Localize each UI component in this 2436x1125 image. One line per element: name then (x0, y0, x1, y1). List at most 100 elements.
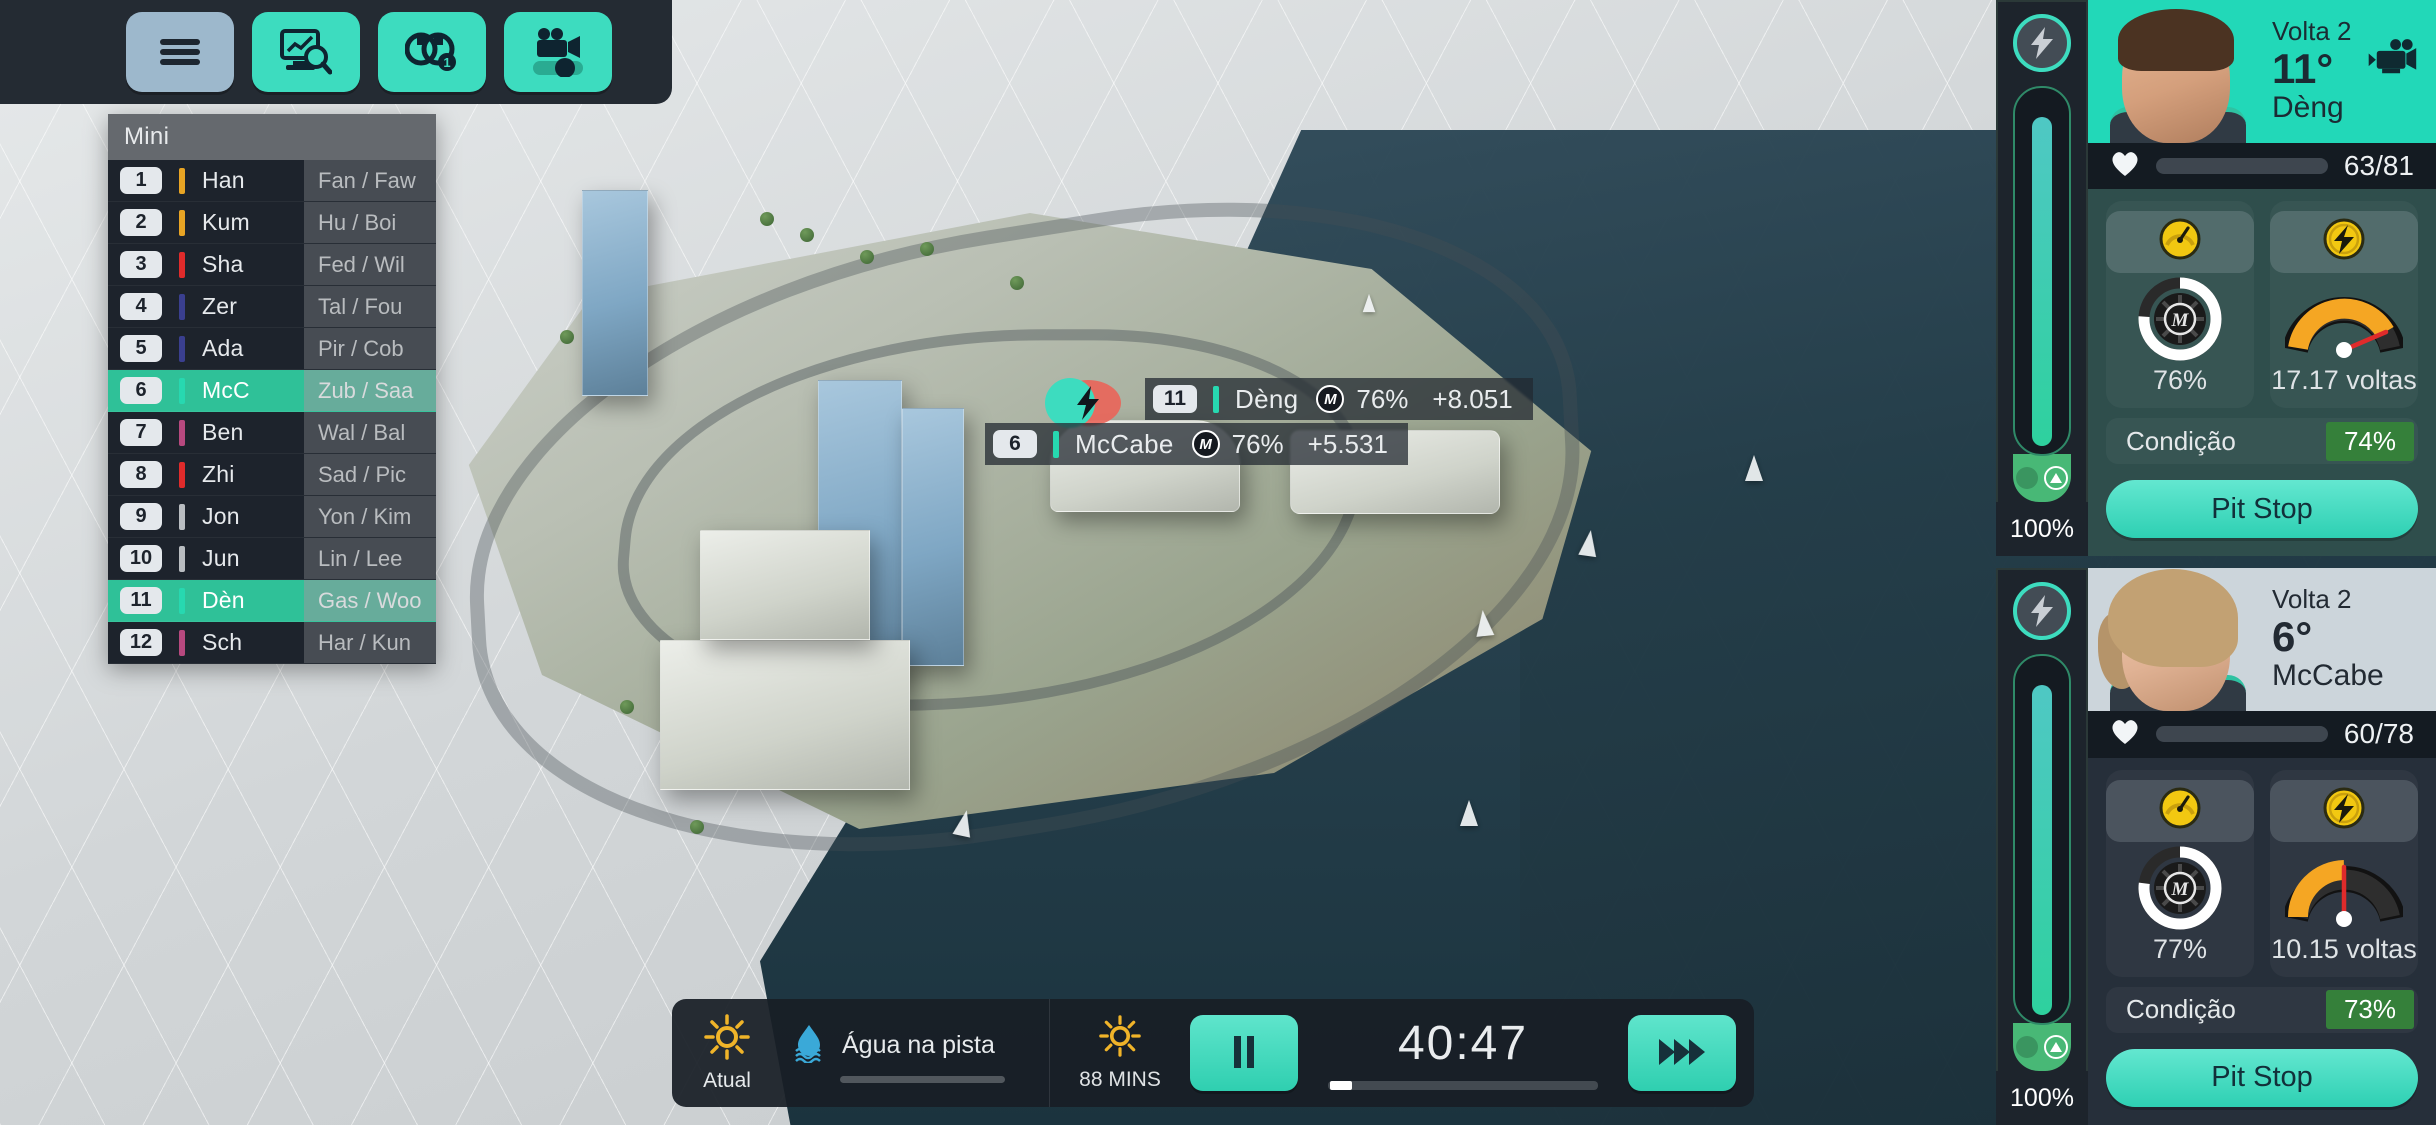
sailboat (1460, 800, 1478, 826)
svg-text:M: M (2171, 310, 2190, 331)
track-label-position: 6 (993, 430, 1037, 458)
driver-hair (2108, 569, 2238, 668)
up-arrow-icon[interactable] (2044, 1035, 2068, 1059)
standings-teams: Lin / Lee (304, 538, 436, 579)
energy-meter-dng[interactable]: 100% (1996, 0, 2088, 556)
forecast-widget[interactable]: 88 MINS (1050, 999, 1190, 1107)
sailboat (1362, 293, 1376, 313)
standings-team-color (179, 629, 185, 656)
tyres-button[interactable]: 1 (378, 12, 486, 92)
standings-row[interactable]: 11 Dèn Gas / Woo (108, 580, 436, 622)
standings-row[interactable]: 2 Kum Hu / Boi (108, 202, 436, 244)
energy-down-button[interactable] (2016, 467, 2038, 489)
heart-icon (2110, 718, 2140, 750)
standings-position: 5 (120, 335, 162, 362)
standings-row[interactable]: 9 Jon Yon / Kim (108, 496, 436, 538)
tyres-icon: 1 (405, 29, 459, 75)
tyre-mode-pill[interactable] (2106, 779, 2254, 842)
standings-teams: Sad / Pic (304, 454, 436, 495)
pit-stop-button-mccabe[interactable]: Pit Stop (2106, 1048, 2418, 1107)
fast-forward-button[interactable] (1628, 1015, 1736, 1091)
energy-down-button[interactable] (2016, 1036, 2038, 1058)
sailboat (1473, 609, 1495, 637)
standings-row[interactable]: 3 Sha Fed / Wil (108, 244, 436, 286)
standings-row[interactable]: 5 Ada Pir / Cob (108, 328, 436, 370)
mini-standings-panel: Mini 1 Han Fan / Faw 2 Kum Hu / Boi 3 Sha Fed / … (108, 114, 436, 664)
pit-stop-button-dng[interactable]: Pit Stop (2106, 480, 2418, 538)
fast-forward-icon (1658, 1037, 1706, 1070)
tyre-mode-pill[interactable] (2106, 210, 2254, 273)
slider-knob[interactable] (1330, 1081, 1352, 1090)
standings-team-color (179, 209, 185, 236)
standings-row[interactable]: 4 Zer Tal / Fou (108, 286, 436, 328)
standings-team-color (179, 545, 185, 572)
standings-driver-abbr: Han (202, 167, 245, 193)
menu-button[interactable] (126, 12, 234, 92)
lightning-icon (2013, 582, 2071, 640)
energy-boost-controls[interactable] (2013, 454, 2071, 502)
standings-row[interactable]: 12 Sch Har / Kun (108, 622, 436, 664)
camera-button[interactable] (504, 12, 612, 92)
standings-row[interactable]: 6 McC Zub / Saa (108, 370, 436, 412)
tyre-compound-badge: M (1316, 385, 1345, 413)
current-weather-label: Atual (703, 1068, 751, 1092)
standings-team-color (179, 503, 185, 530)
track-label-mccabe[interactable]: 6 McCabe M 76% +5.531 (985, 423, 1408, 465)
energy-boost-controls[interactable] (2013, 1023, 2071, 1071)
driver-gauges-mccabe: M 77% 10.15 voltas (2088, 758, 2436, 977)
standings-team-color (179, 419, 185, 446)
sailboat (1578, 528, 1600, 558)
camera-slider-icon (529, 27, 587, 77)
tree (920, 242, 934, 256)
top-toolbar: 1 (0, 0, 672, 104)
fuel-gauge-box-dng[interactable]: 17.17 voltas (2270, 200, 2418, 408)
standings-row[interactable]: 1 Han Fan / Faw (108, 160, 436, 202)
analysis-button[interactable] (252, 12, 360, 92)
standings-teams: Gas / Woo (304, 580, 436, 621)
standings-driver-abbr: Zer (202, 293, 238, 319)
current-weather-widget[interactable]: Atual (672, 999, 782, 1107)
race-timer-widget: 40:47 (1298, 999, 1628, 1107)
race-progress-slider[interactable] (1328, 1081, 1598, 1090)
condition-row-mccabe: Condição 73% (2106, 986, 2418, 1033)
track-label-team-color (1213, 385, 1219, 413)
tyre-gauge-box-mccabe[interactable]: M 77% (2106, 769, 2254, 977)
standings-driver-abbr: Zhi (202, 461, 235, 487)
standings-row[interactable]: 10 Jun Lin / Lee (108, 538, 436, 580)
standings-driver-abbr: Kum (202, 209, 250, 235)
driver-card-dng: 100% Volta 2 11° Dèng 63/81 M 76% 17.17 … (1996, 0, 2436, 556)
driver-health-value: 60/78 (2343, 718, 2414, 750)
driver-card-mccabe: 100% Volta 2 6° McCabe 60/78 M 77% 10.15… (1996, 568, 2436, 1125)
standings-teams: Fan / Faw (304, 160, 436, 201)
tyre-wear-value-dng: 76% (2152, 364, 2208, 395)
track-water-meter (840, 1076, 1005, 1083)
track-label-dng[interactable]: 11 Dèng M 76% +8.051 (1145, 378, 1533, 420)
standings-row[interactable]: 7 Ben Wal / Bal (108, 412, 436, 454)
standings-driver-abbr: Jon (202, 503, 240, 529)
pause-button[interactable] (1190, 1015, 1298, 1091)
skyscraper-1 (582, 190, 648, 396)
fuel-gauge-box-mccabe[interactable]: 10.15 voltas (2270, 769, 2418, 977)
standings-row[interactable]: 8 Zhi Sad / Pic (108, 454, 436, 496)
energy-bar-track (2013, 654, 2071, 1025)
standings-teams: Hu / Boi (304, 202, 436, 243)
standings-team-color (179, 377, 185, 404)
warehouse-1 (660, 640, 910, 790)
fuel-gauge-mccabe (2285, 842, 2403, 934)
up-arrow-icon[interactable] (2044, 466, 2068, 490)
standings-team-color (179, 251, 185, 278)
energy-mode-pill[interactable] (2270, 210, 2418, 273)
water-drop-icon (792, 1023, 826, 1068)
track-label-gap: +8.051 (1432, 383, 1513, 414)
energy-meter-mccabe[interactable]: 100% (1996, 568, 2088, 1125)
standings-teams: Wal / Bal (304, 412, 436, 453)
fuel-laps-value-mccabe: 10.15 voltas (2271, 933, 2417, 964)
tyre-gauge-box-dng[interactable]: M 76% (2106, 200, 2254, 408)
energy-bolt-icon (2322, 786, 2366, 835)
energy-percent-label: 100% (1996, 502, 2088, 556)
track-label-team-color (1053, 430, 1059, 458)
camera-icon[interactable] (2366, 38, 2418, 83)
condition-label: Condição (2126, 425, 2236, 456)
track-water-widget: Água na pista (782, 999, 1050, 1107)
energy-mode-pill[interactable] (2270, 779, 2418, 842)
